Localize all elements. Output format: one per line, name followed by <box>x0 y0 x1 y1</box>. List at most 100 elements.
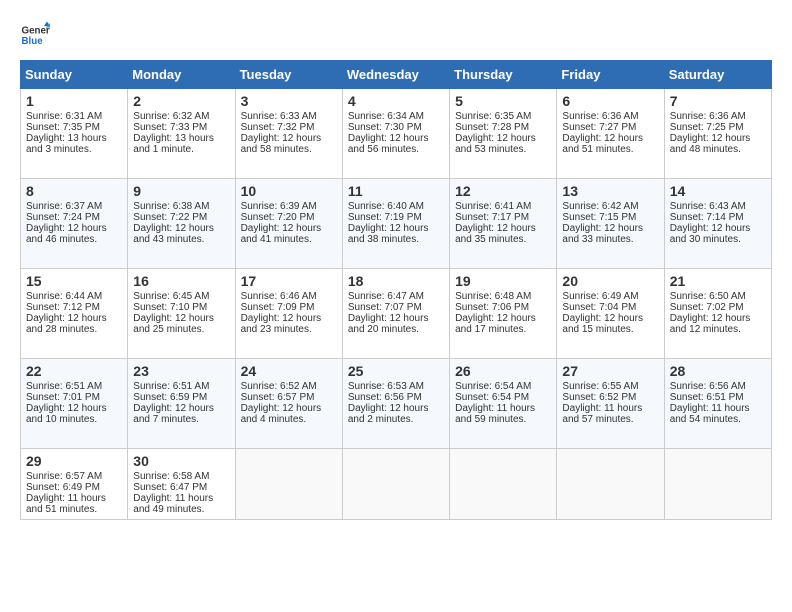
calendar-cell <box>450 449 557 520</box>
day-info: Daylight: 12 hours <box>26 313 122 324</box>
day-info: Sunrise: 6:41 AM <box>455 201 551 212</box>
day-info: Sunset: 7:22 PM <box>133 212 229 223</box>
day-info: and 7 minutes. <box>133 414 229 425</box>
calendar-cell <box>664 449 771 520</box>
day-info: Sunrise: 6:55 AM <box>562 381 658 392</box>
day-info: and 56 minutes. <box>348 144 444 155</box>
day-info: Sunset: 7:04 PM <box>562 302 658 313</box>
day-info: Daylight: 12 hours <box>241 403 337 414</box>
day-info: Sunrise: 6:53 AM <box>348 381 444 392</box>
calendar-cell: 28Sunrise: 6:56 AMSunset: 6:51 PMDayligh… <box>664 359 771 449</box>
day-info: Sunset: 6:52 PM <box>562 392 658 403</box>
day-header-saturday: Saturday <box>664 61 771 89</box>
day-info: Daylight: 11 hours <box>133 493 229 504</box>
day-info: and 1 minute. <box>133 144 229 155</box>
day-number: 12 <box>455 183 551 199</box>
day-info: Sunrise: 6:36 AM <box>562 111 658 122</box>
calendar-cell: 5Sunrise: 6:35 AMSunset: 7:28 PMDaylight… <box>450 89 557 179</box>
calendar-cell: 16Sunrise: 6:45 AMSunset: 7:10 PMDayligh… <box>128 269 235 359</box>
day-info: Daylight: 11 hours <box>455 403 551 414</box>
day-info: and 57 minutes. <box>562 414 658 425</box>
day-number: 20 <box>562 273 658 289</box>
day-info: Sunrise: 6:51 AM <box>26 381 122 392</box>
day-info: Sunrise: 6:51 AM <box>133 381 229 392</box>
day-number: 26 <box>455 363 551 379</box>
day-number: 16 <box>133 273 229 289</box>
day-info: Sunset: 7:35 PM <box>26 122 122 133</box>
calendar-cell: 1 Sunrise: 6:31 AMSunset: 7:35 PMDaylight… <box>21 89 128 179</box>
day-info: Sunrise: 6:57 AM <box>26 471 122 482</box>
day-number: 17 <box>241 273 337 289</box>
day-info: Sunrise: 6:34 AM <box>348 111 444 122</box>
calendar-cell: 22Sunrise: 6:51 AMSunset: 7:01 PMDayligh… <box>21 359 128 449</box>
day-info: Daylight: 12 hours <box>670 133 766 144</box>
day-number: 15 <box>26 273 122 289</box>
day-info: Sunset: 6:54 PM <box>455 392 551 403</box>
logo-icon: General Blue <box>20 20 50 50</box>
calendar-cell: 20 Sunrise: 6:49 AMSunset: 7:04 PMDayligh… <box>557 269 664 359</box>
calendar-cell: 25Sunrise: 6:53 AMSunset: 6:56 PMDayligh… <box>342 359 449 449</box>
calendar-cell: 23Sunrise: 6:51 AMSunset: 6:59 PMDayligh… <box>128 359 235 449</box>
day-header-sunday: Sunday <box>21 61 128 89</box>
day-info: and 35 minutes. <box>455 234 551 245</box>
svg-text:General: General <box>22 26 51 37</box>
day-info: Sunrise: 6:48 AM <box>455 291 551 302</box>
day-info: Sunrise: 6:42 AM <box>562 201 658 212</box>
day-info: Daylight: 12 hours <box>562 313 658 324</box>
day-info: and 33 minutes. <box>562 234 658 245</box>
calendar-cell: 29Sunrise: 6:57 AMSunset: 6:49 PMDayligh… <box>21 449 128 520</box>
day-info: Sunrise: 6:35 AM <box>455 111 551 122</box>
day-info: Sunset: 7:07 PM <box>348 302 444 313</box>
day-info: Daylight: 12 hours <box>455 223 551 234</box>
day-info: and 49 minutes. <box>133 504 229 515</box>
calendar-table: SundayMondayTuesdayWednesdayThursdayFrid… <box>20 60 772 520</box>
day-info: Daylight: 12 hours <box>670 223 766 234</box>
day-number: 4 <box>348 93 444 109</box>
day-info: Daylight: 12 hours <box>455 313 551 324</box>
day-info: and 41 minutes. <box>241 234 337 245</box>
day-info: Daylight: 12 hours <box>348 133 444 144</box>
day-info: Daylight: 12 hours <box>133 403 229 414</box>
day-info: Sunrise: 6:31 AM <box>26 111 122 122</box>
day-info: Sunrise: 6:47 AM <box>348 291 444 302</box>
day-number: 1 <box>26 93 122 109</box>
day-info: and 59 minutes. <box>455 414 551 425</box>
day-header-wednesday: Wednesday <box>342 61 449 89</box>
day-info: Daylight: 11 hours <box>562 403 658 414</box>
day-number: 14 <box>670 183 766 199</box>
day-info: and 28 minutes. <box>26 324 122 335</box>
day-number: 6 <box>562 93 658 109</box>
day-info: Daylight: 13 hours <box>133 133 229 144</box>
day-info: Sunset: 7:28 PM <box>455 122 551 133</box>
day-number: 27 <box>562 363 658 379</box>
calendar-cell: 24Sunrise: 6:52 AMSunset: 6:57 PMDayligh… <box>235 359 342 449</box>
day-info: Sunset: 7:02 PM <box>670 302 766 313</box>
day-number: 29 <box>26 453 122 469</box>
day-header-friday: Friday <box>557 61 664 89</box>
day-info: Sunrise: 6:32 AM <box>133 111 229 122</box>
day-info: Sunset: 7:12 PM <box>26 302 122 313</box>
calendar-cell <box>342 449 449 520</box>
day-number: 28 <box>670 363 766 379</box>
calendar-cell: 17Sunrise: 6:46 AMSunset: 7:09 PMDayligh… <box>235 269 342 359</box>
day-header-thursday: Thursday <box>450 61 557 89</box>
day-header-tuesday: Tuesday <box>235 61 342 89</box>
day-number: 9 <box>133 183 229 199</box>
day-number: 23 <box>133 363 229 379</box>
day-info: and 38 minutes. <box>348 234 444 245</box>
day-info: Sunset: 6:56 PM <box>348 392 444 403</box>
day-info: and 4 minutes. <box>241 414 337 425</box>
day-info: Daylight: 12 hours <box>348 313 444 324</box>
day-number: 11 <box>348 183 444 199</box>
day-info: Daylight: 12 hours <box>241 313 337 324</box>
day-info: Sunrise: 6:52 AM <box>241 381 337 392</box>
day-info: Daylight: 13 hours <box>26 133 122 144</box>
day-number: 25 <box>348 363 444 379</box>
day-info: Sunrise: 6:49 AM <box>562 291 658 302</box>
day-info: and 10 minutes. <box>26 414 122 425</box>
day-info: Sunset: 7:15 PM <box>562 212 658 223</box>
day-info: Daylight: 12 hours <box>133 313 229 324</box>
day-number: 5 <box>455 93 551 109</box>
day-info: and 23 minutes. <box>241 324 337 335</box>
day-info: Sunrise: 6:46 AM <box>241 291 337 302</box>
